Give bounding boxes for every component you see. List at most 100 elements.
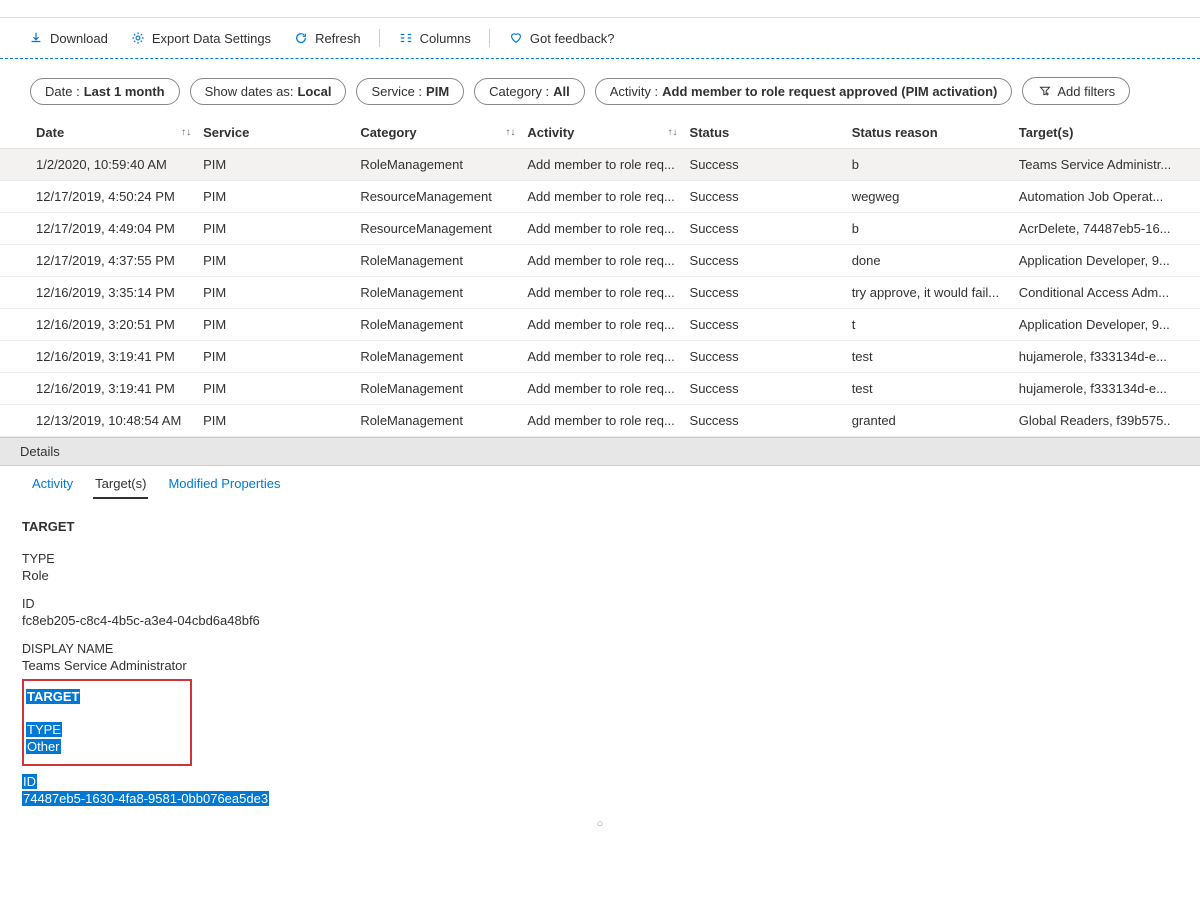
table-row[interactable]: 1/2/2020, 10:59:40 AMPIMRoleManagementAd… bbox=[0, 149, 1200, 181]
cell-activity: Add member to role req... bbox=[521, 277, 683, 308]
cell-activity: Add member to role req... bbox=[521, 149, 683, 180]
export-button[interactable]: Export Data Settings bbox=[122, 26, 279, 50]
table-row[interactable]: 12/17/2019, 4:49:04 PMPIMResourceManagem… bbox=[0, 213, 1200, 245]
table-row[interactable]: 12/16/2019, 3:20:51 PMPIMRoleManagementA… bbox=[0, 309, 1200, 341]
details-header: Details bbox=[0, 437, 1200, 466]
cell-target: Application Developer, 9... bbox=[1013, 309, 1170, 340]
cell-target: hujamerole, f333134d-e... bbox=[1013, 341, 1170, 372]
cell-status: Success bbox=[684, 405, 846, 436]
feedback-button[interactable]: Got feedback? bbox=[500, 26, 623, 50]
table-row[interactable]: 12/17/2019, 4:50:24 PMPIMResourceManagem… bbox=[0, 181, 1200, 213]
cell-date: 12/16/2019, 3:20:51 PM bbox=[30, 309, 197, 340]
table-row[interactable]: 12/16/2019, 3:19:41 PMPIMRoleManagementA… bbox=[0, 373, 1200, 405]
filter-service[interactable]: Service : PIM bbox=[356, 78, 464, 105]
cell-status: Success bbox=[684, 181, 846, 212]
col-category[interactable]: Category↑↓ bbox=[354, 117, 521, 148]
cell-service: PIM bbox=[197, 277, 354, 308]
table-row[interactable]: 12/16/2019, 3:35:14 PMPIMRoleManagementA… bbox=[0, 277, 1200, 309]
filter-category[interactable]: Category : All bbox=[474, 78, 585, 105]
cell-reason: b bbox=[846, 149, 1013, 180]
id-label: ID bbox=[22, 597, 1178, 611]
sort-icon: ↑↓ bbox=[181, 127, 191, 138]
cell-date: 12/13/2019, 10:48:54 AM bbox=[30, 405, 197, 436]
filter-date-lbl: Date : bbox=[45, 84, 80, 99]
filter-date[interactable]: Date : Last 1 month bbox=[30, 78, 180, 105]
tab-targets[interactable]: Target(s) bbox=[93, 472, 148, 499]
cell-date: 12/16/2019, 3:35:14 PM bbox=[30, 277, 197, 308]
type2-value: Other bbox=[26, 739, 61, 754]
cell-category: RoleManagement bbox=[354, 149, 521, 180]
table-row[interactable]: 12/13/2019, 10:48:54 AMPIMRoleManagement… bbox=[0, 405, 1200, 437]
col-date[interactable]: Date↑↓ bbox=[30, 117, 197, 148]
cell-status: Success bbox=[684, 309, 846, 340]
refresh-button[interactable]: Refresh bbox=[285, 26, 369, 50]
tab-activity[interactable]: Activity bbox=[30, 472, 75, 499]
feedback-label: Got feedback? bbox=[530, 31, 615, 46]
filter-showdates[interactable]: Show dates as: Local bbox=[190, 78, 347, 105]
audit-table: Date↑↓ Service Category↑↓ Activity↑↓ Sta… bbox=[0, 117, 1200, 437]
cell-service: PIM bbox=[197, 373, 354, 404]
cell-service: PIM bbox=[197, 181, 354, 212]
col-activity[interactable]: Activity↑↓ bbox=[521, 117, 683, 148]
col-reason[interactable]: Status reason bbox=[846, 117, 1013, 148]
cell-status: Success bbox=[684, 373, 846, 404]
download-button[interactable]: Download bbox=[20, 26, 116, 50]
cell-activity: Add member to role req... bbox=[521, 405, 683, 436]
cell-activity: Add member to role req... bbox=[521, 373, 683, 404]
type-label: TYPE bbox=[22, 552, 1178, 566]
toolbar: Download Export Data Settings Refresh Co… bbox=[0, 18, 1200, 59]
cell-category: RoleManagement bbox=[354, 309, 521, 340]
dn-label: DISPLAY NAME bbox=[22, 642, 1178, 656]
cell-status: Success bbox=[684, 277, 846, 308]
refresh-label: Refresh bbox=[315, 31, 361, 46]
filter-service-val: PIM bbox=[426, 84, 449, 99]
add-filters-button[interactable]: Add filters bbox=[1022, 77, 1130, 105]
table-row[interactable]: 12/17/2019, 4:37:55 PMPIMRoleManagementA… bbox=[0, 245, 1200, 277]
download-label: Download bbox=[50, 31, 108, 46]
filter-service-lbl: Service : bbox=[371, 84, 422, 99]
cell-category: RoleManagement bbox=[354, 341, 521, 372]
cell-reason: test bbox=[846, 341, 1013, 372]
col-target[interactable]: Target(s) bbox=[1013, 117, 1170, 148]
resize-handle[interactable]: ○ bbox=[0, 820, 1200, 830]
cell-reason: t bbox=[846, 309, 1013, 340]
cell-date: 12/17/2019, 4:37:55 PM bbox=[30, 245, 197, 276]
tab-modified[interactable]: Modified Properties bbox=[166, 472, 282, 499]
cell-status: Success bbox=[684, 245, 846, 276]
cell-category: RoleManagement bbox=[354, 373, 521, 404]
cell-category: RoleManagement bbox=[354, 277, 521, 308]
table-header: Date↑↓ Service Category↑↓ Activity↑↓ Sta… bbox=[0, 117, 1200, 149]
filter-category-val: All bbox=[553, 84, 570, 99]
columns-button[interactable]: Columns bbox=[390, 26, 479, 50]
cell-target: Application Developer, 9... bbox=[1013, 245, 1170, 276]
filter-showdates-val: Local bbox=[297, 84, 331, 99]
cell-reason: try approve, it would fail... bbox=[846, 277, 1013, 308]
export-label: Export Data Settings bbox=[152, 31, 271, 46]
gear-icon bbox=[130, 30, 146, 46]
filter-activity[interactable]: Activity : Add member to role request ap… bbox=[595, 78, 1013, 105]
table-row[interactable]: 12/16/2019, 3:19:41 PMPIMRoleManagementA… bbox=[0, 341, 1200, 373]
cell-reason: granted bbox=[846, 405, 1013, 436]
cell-status: Success bbox=[684, 341, 846, 372]
filter-add-icon bbox=[1037, 83, 1053, 99]
cell-service: PIM bbox=[197, 245, 354, 276]
cell-reason: test bbox=[846, 373, 1013, 404]
col-status[interactable]: Status bbox=[684, 117, 846, 148]
cell-category: ResourceManagement bbox=[354, 181, 521, 212]
detail-tabs: Activity Target(s) Modified Properties bbox=[0, 466, 1200, 499]
cell-service: PIM bbox=[197, 341, 354, 372]
filter-showdates-lbl: Show dates as: bbox=[205, 84, 294, 99]
cell-target: Teams Service Administr... bbox=[1013, 149, 1170, 180]
filter-bar: Date : Last 1 month Show dates as: Local… bbox=[0, 59, 1200, 117]
cell-category: RoleManagement bbox=[354, 405, 521, 436]
cell-service: PIM bbox=[197, 213, 354, 244]
cell-service: PIM bbox=[197, 405, 354, 436]
filter-activity-val: Add member to role request approved (PIM… bbox=[662, 84, 997, 99]
id2-value: 74487eb5-1630-4fa8-9581-0bb076ea5de3 bbox=[22, 791, 269, 806]
add-filters-label: Add filters bbox=[1057, 84, 1115, 99]
target1-heading: TARGET bbox=[22, 519, 1178, 534]
heart-icon bbox=[508, 30, 524, 46]
target2-heading: TARGET bbox=[26, 689, 80, 704]
cell-target: AcrDelete, 74487eb5-16... bbox=[1013, 213, 1170, 244]
col-service[interactable]: Service bbox=[197, 117, 354, 148]
